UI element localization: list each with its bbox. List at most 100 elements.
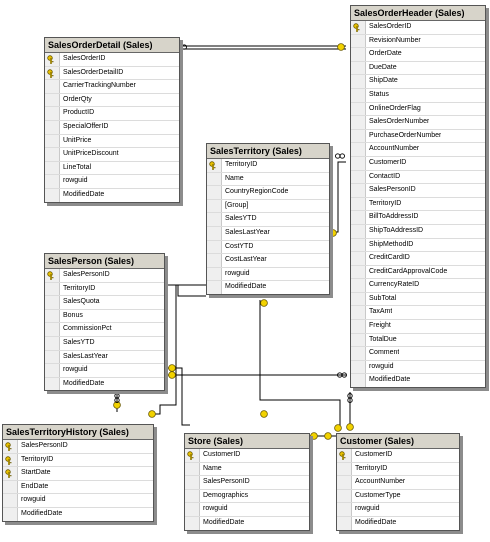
column-row[interactable]: ModifiedDate: [3, 507, 153, 521]
column-row[interactable]: OrderQty: [45, 93, 179, 108]
table-title[interactable]: SalesPerson (Sales): [45, 254, 164, 269]
column-row[interactable]: TerritoryID: [3, 453, 153, 468]
column-row[interactable]: ProductID: [45, 107, 179, 121]
column-row[interactable]: Bonus: [45, 309, 164, 324]
column-row[interactable]: CreditCardID: [351, 252, 485, 266]
column-row[interactable]: Status: [351, 88, 485, 103]
column-row[interactable]: CreditCardApprovalCode: [351, 265, 485, 280]
column-row[interactable]: SpecialOfferID: [45, 120, 179, 135]
column-row[interactable]: OrderDate: [351, 48, 485, 62]
column-row[interactable]: ModifiedDate: [207, 281, 329, 294]
column-row[interactable]: SalesOrderNumber: [351, 116, 485, 130]
column-row[interactable]: SalesPersonID: [3, 440, 153, 454]
column-row[interactable]: ModifiedDate: [45, 188, 179, 202]
column-row[interactable]: EndDate: [3, 480, 153, 495]
column-row[interactable]: SalesPersonID: [45, 269, 164, 283]
key-icon: [47, 55, 54, 64]
table-sth[interactable]: SalesTerritoryHistory (Sales) SalesPerson…: [2, 424, 154, 522]
column-row[interactable]: SalesOrderID: [45, 53, 179, 67]
column-row[interactable]: TerritoryID: [45, 282, 164, 297]
column-row[interactable]: [Group]: [207, 199, 329, 214]
column-row[interactable]: CarrierTrackingNumber: [45, 80, 179, 94]
column-row[interactable]: SalesPersonID: [185, 476, 309, 490]
column-row[interactable]: SubTotal: [351, 292, 485, 307]
row-gutter: [351, 306, 366, 320]
column-row[interactable]: CostYTD: [207, 240, 329, 255]
column-row[interactable]: SalesLastYear: [207, 226, 329, 241]
column-row[interactable]: Demographics: [185, 489, 309, 504]
column-row[interactable]: ContactID: [351, 170, 485, 185]
column-name: OrderDate: [369, 50, 402, 58]
column-row[interactable]: CommissionPct: [45, 323, 164, 337]
table-sp[interactable]: SalesPerson (Sales) SalesPersonID Territor…: [44, 253, 165, 392]
column-row[interactable]: SalesYTD: [45, 336, 164, 351]
column-row[interactable]: PurchaseOrderNumber: [351, 129, 485, 144]
column-row[interactable]: rowguid: [45, 364, 164, 378]
column-row[interactable]: CustomerType: [337, 489, 459, 504]
column-row[interactable]: TerritoryID: [207, 159, 329, 173]
column-row[interactable]: CountryRegionCode: [207, 186, 329, 200]
column-row[interactable]: rowguid: [45, 175, 179, 189]
column-row[interactable]: rowguid: [207, 267, 329, 282]
column-row[interactable]: UnitPriceDiscount: [45, 148, 179, 162]
column-row[interactable]: SalesOrderID: [351, 21, 485, 35]
column-row[interactable]: rowguid: [185, 503, 309, 517]
table-title[interactable]: SalesTerritory (Sales): [207, 144, 329, 159]
column-row[interactable]: StartDate: [3, 467, 153, 481]
column-row[interactable]: DueDate: [351, 61, 485, 76]
row-gutter: [3, 440, 18, 453]
table-cust[interactable]: Customer (Sales) CustomerID TerritoryID Acc…: [336, 433, 460, 531]
table-title[interactable]: SalesOrderDetail (Sales): [45, 38, 179, 53]
column-row[interactable]: Name: [207, 172, 329, 187]
table-soh[interactable]: SalesOrderHeader (Sales) SalesOrderID Revi…: [350, 5, 486, 389]
column-row[interactable]: ModifiedDate: [337, 516, 459, 530]
row-gutter: [337, 476, 352, 489]
column-row[interactable]: ModifiedDate: [185, 516, 309, 530]
column-row[interactable]: TerritoryID: [351, 197, 485, 212]
column-row[interactable]: TaxAmt: [351, 306, 485, 321]
column-row[interactable]: Name: [185, 462, 309, 477]
key-end-icon: [329, 229, 337, 237]
column-row[interactable]: CustomerID: [351, 156, 485, 171]
row-gutter: [351, 333, 366, 347]
row-gutter: [185, 462, 200, 476]
column-row[interactable]: TerritoryID: [337, 462, 459, 477]
column-row[interactable]: Comment: [351, 347, 485, 361]
column-row[interactable]: TotalDue: [351, 333, 485, 348]
column-row[interactable]: UnitPrice: [45, 134, 179, 149]
column-row[interactable]: SalesQuota: [45, 296, 164, 310]
table-sod[interactable]: SalesOrderDetail (Sales) SalesOrderID Sale…: [44, 37, 180, 203]
column-row[interactable]: CostLastYear: [207, 254, 329, 268]
column-row[interactable]: SalesYTD: [207, 213, 329, 227]
column-row[interactable]: BillToAddressID: [351, 211, 485, 225]
column-row[interactable]: OnlineOrderFlag: [351, 102, 485, 117]
table-store[interactable]: Store (Sales) CustomerID Name SalesPersonID…: [184, 433, 310, 531]
key-end-icon: [337, 43, 345, 51]
column-row[interactable]: rowguid: [337, 503, 459, 517]
column-row[interactable]: rowguid: [3, 494, 153, 508]
column-row[interactable]: Freight: [351, 320, 485, 334]
table-title[interactable]: SalesOrderHeader (Sales): [351, 6, 485, 21]
column-row[interactable]: SalesOrderDetailID: [45, 66, 179, 81]
table-st[interactable]: SalesTerritory (Sales) TerritoryID Name Cou…: [206, 143, 330, 295]
table-title[interactable]: SalesTerritoryHistory (Sales): [3, 425, 153, 440]
column-row[interactable]: LineTotal: [45, 161, 179, 176]
column-row[interactable]: CustomerID: [337, 449, 459, 463]
column-row[interactable]: ShipToAddressID: [351, 224, 485, 239]
column-row[interactable]: AccountNumber: [337, 476, 459, 490]
column-row[interactable]: SalesPersonID: [351, 184, 485, 198]
column-name: ModifiedDate: [21, 509, 63, 517]
column-name: ProductID: [63, 109, 95, 117]
table-title[interactable]: Store (Sales): [185, 434, 309, 449]
column-row[interactable]: AccountNumber: [351, 143, 485, 157]
column-row[interactable]: ModifiedDate: [45, 377, 164, 391]
column-row[interactable]: RevisionNumber: [351, 34, 485, 49]
column-row[interactable]: CurrencyRateID: [351, 279, 485, 293]
column-row[interactable]: ModifiedDate: [351, 374, 485, 388]
column-row[interactable]: CustomerID: [185, 449, 309, 463]
column-row[interactable]: ShipMethodID: [351, 238, 485, 253]
column-row[interactable]: rowguid: [351, 360, 485, 375]
column-row[interactable]: SalesLastYear: [45, 350, 164, 365]
column-row[interactable]: ShipDate: [351, 75, 485, 89]
table-title[interactable]: Customer (Sales): [337, 434, 459, 449]
